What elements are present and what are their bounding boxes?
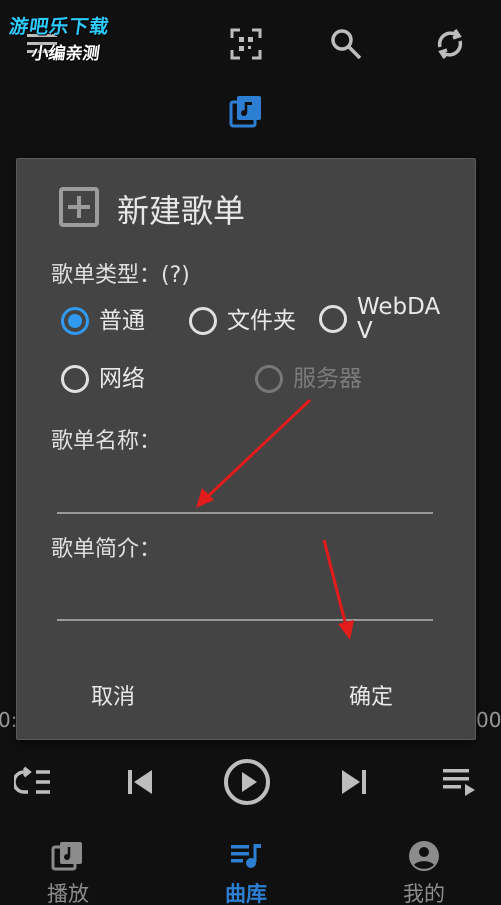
nav-mine[interactable]: 我的 bbox=[379, 840, 469, 905]
watermark-logo: 游吧乐下载 小编亲测 bbox=[4, 12, 153, 64]
total-time: 00 bbox=[476, 708, 501, 732]
radio-webdav-indicator[interactable] bbox=[319, 305, 347, 333]
playlist-intro-input[interactable] bbox=[57, 567, 433, 617]
previous-track-icon[interactable] bbox=[118, 760, 162, 804]
radio-network[interactable]: 网络 bbox=[61, 365, 145, 393]
radio-normal[interactable]: 普通 bbox=[61, 307, 145, 335]
play-button-icon[interactable] bbox=[222, 756, 272, 808]
playlist-icon bbox=[229, 840, 263, 876]
dialog-header: 新建歌单 bbox=[57, 187, 245, 231]
playlist-intro-label: 歌单简介： bbox=[51, 537, 162, 562]
nav-mine-label: 我的 bbox=[403, 882, 445, 905]
search-icon[interactable] bbox=[326, 24, 366, 64]
music-note-icon bbox=[51, 840, 85, 876]
dialog-title: 新建歌单 bbox=[117, 192, 246, 230]
radio-server-indicator bbox=[255, 365, 283, 393]
radio-webdav-label-line2: V bbox=[357, 318, 373, 344]
playlist-name-label: 歌单名称： bbox=[51, 429, 162, 454]
refresh-icon[interactable] bbox=[430, 24, 470, 64]
playlist-name-underline bbox=[57, 512, 433, 514]
radio-network-label: 网络 bbox=[99, 366, 145, 392]
repeat-mode-icon[interactable] bbox=[12, 760, 56, 804]
radio-webdav-label: WebDA V bbox=[357, 295, 440, 343]
radio-folder-indicator[interactable] bbox=[189, 307, 217, 335]
radio-folder-label: 文件夹 bbox=[227, 308, 296, 334]
radio-server: 服务器 bbox=[255, 365, 362, 393]
elapsed-time: 0: bbox=[0, 708, 18, 732]
watermark-line1: 游吧乐下载 bbox=[7, 16, 111, 38]
radio-webdav[interactable]: WebDA V bbox=[319, 295, 440, 343]
nav-play[interactable]: 播放 bbox=[23, 840, 113, 905]
confirm-button[interactable]: 确定 bbox=[339, 673, 403, 717]
account-icon bbox=[408, 840, 440, 876]
cancel-button[interactable]: 取消 bbox=[81, 673, 145, 717]
queue-list-icon[interactable] bbox=[438, 760, 482, 804]
radio-normal-label: 普通 bbox=[99, 308, 145, 334]
radio-folder[interactable]: 文件夹 bbox=[189, 307, 296, 335]
add-box-icon bbox=[57, 185, 101, 233]
radio-network-indicator[interactable] bbox=[61, 365, 89, 393]
playlist-type-label[interactable]: 歌单类型：(?) bbox=[51, 257, 190, 289]
radio-normal-indicator[interactable] bbox=[61, 307, 89, 335]
nav-play-label: 播放 bbox=[47, 882, 89, 905]
new-playlist-dialog: 新建歌单 歌单类型：(?) 普通 文件夹 WebDA V 网络 服务器 歌单名称… bbox=[16, 158, 476, 740]
qr-scan-icon[interactable] bbox=[226, 24, 266, 64]
next-track-icon[interactable] bbox=[332, 760, 376, 804]
nav-library-label: 曲库 bbox=[225, 882, 267, 905]
radio-server-label: 服务器 bbox=[293, 366, 362, 392]
radio-webdav-label-line1: WebDA bbox=[357, 294, 441, 320]
playlist-name-input[interactable] bbox=[57, 459, 433, 509]
nav-library[interactable]: 曲库 bbox=[201, 840, 291, 905]
library-tab-icon[interactable] bbox=[229, 94, 263, 128]
watermark-line2: 小编亲测 bbox=[30, 44, 102, 64]
playlist-intro-underline bbox=[57, 619, 433, 621]
top-app-bar: 游吧乐下载 小编亲测 bbox=[0, 0, 501, 90]
